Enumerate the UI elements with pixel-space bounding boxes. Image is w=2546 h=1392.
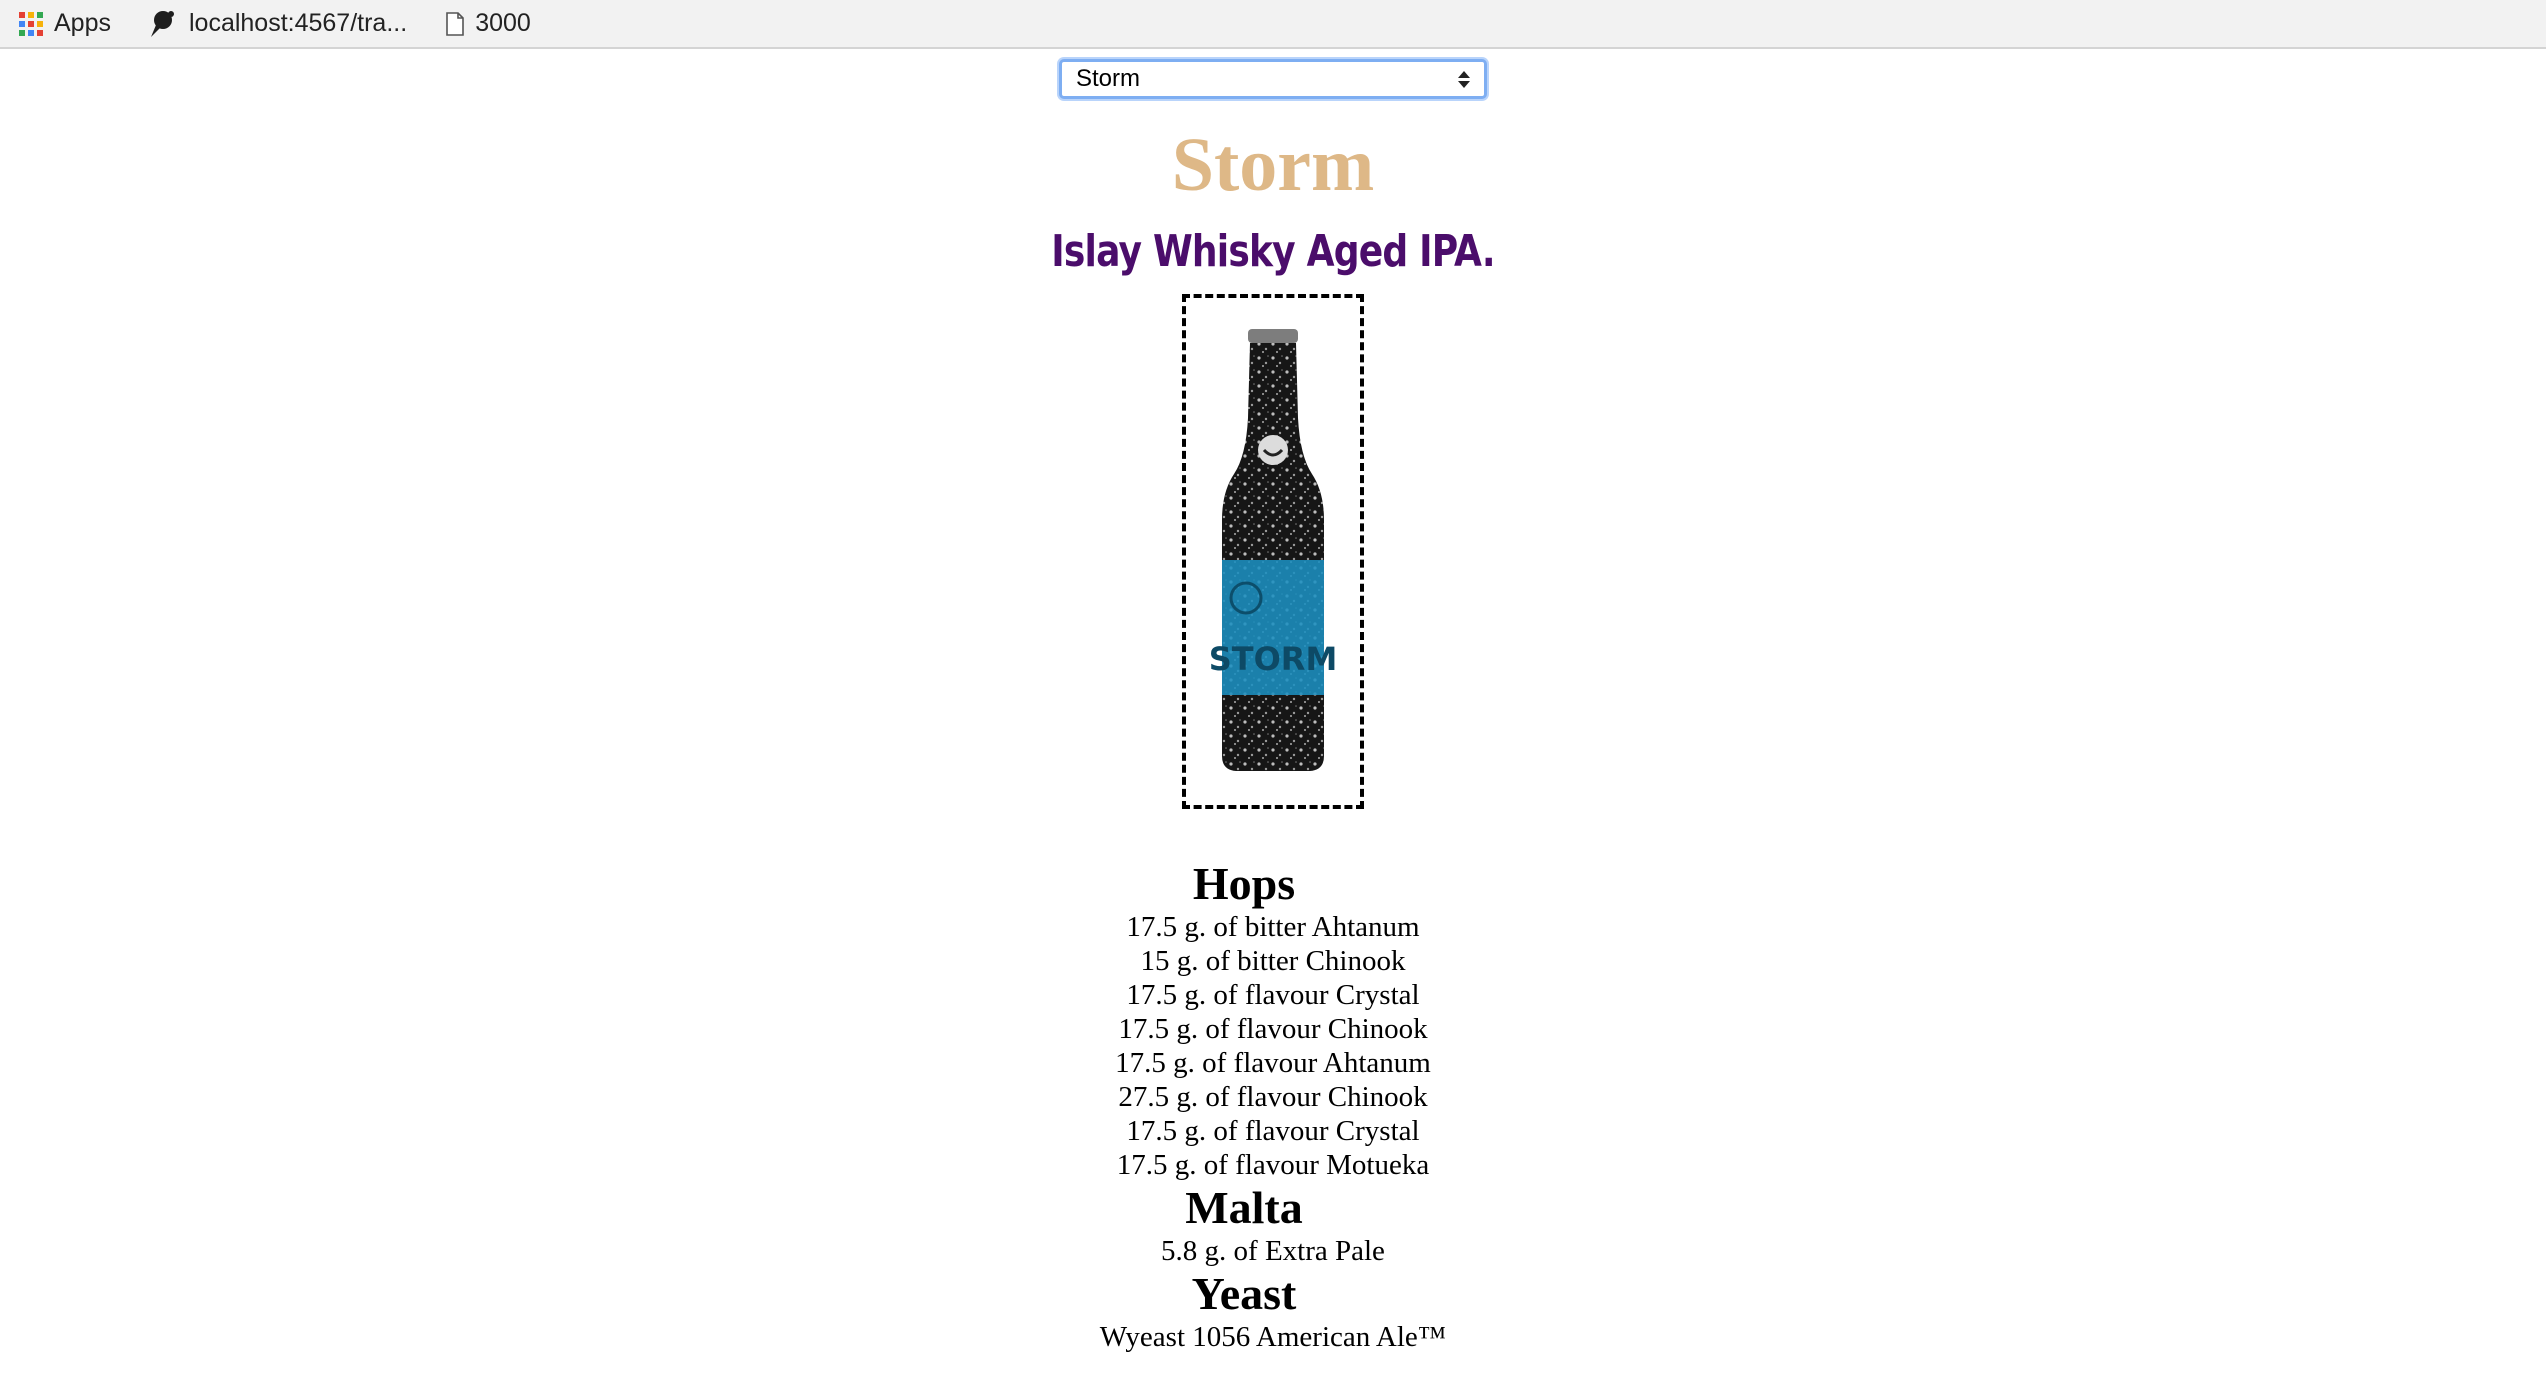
malt-list: 5.8 g. of Extra Pale <box>0 1234 2546 1268</box>
bookmarks-bar: Apps localhost:4567/tra... 3000 <box>0 0 2546 49</box>
list-item: 15 g. of bitter Chinook <box>1140 945 1406 977</box>
page-icon <box>446 11 464 36</box>
list-item: 17.5 g. of bitter Ahtanum <box>1126 911 1420 943</box>
list-item: 27.5 g. of flavour Chinook <box>1118 1081 1428 1113</box>
list-item: 17.5 g. of flavour Chinook <box>1118 1013 1428 1045</box>
beer-name: Storm <box>1171 123 1375 207</box>
beer-image-frame: STORM <box>1182 294 1364 809</box>
malt-heading: Malta <box>1185 1182 1303 1233</box>
apps-grid-icon <box>19 11 43 36</box>
beer-select[interactable]: Storm <box>1059 59 1487 99</box>
list-item: 17.5 g. of flavour Crystal <box>1126 979 1420 1011</box>
bookmark-label: localhost:4567/tra... <box>188 9 408 37</box>
hops-heading: Hops <box>1192 858 1296 909</box>
bookmark-label: Apps <box>54 9 111 37</box>
bookmark-apps[interactable]: Apps <box>18 9 111 38</box>
beer-selector-wrap: Storm <box>1059 59 1487 99</box>
bookmark-label: 3000 <box>475 9 531 37</box>
list-item: 17.5 g. of flavour Crystal <box>1126 1115 1420 1147</box>
hops-list: 17.5 g. of bitter Ahtanum 15 g. of bitte… <box>0 910 2546 1182</box>
beer-tagline: Islay Whisky Aged IPA. <box>1051 226 1495 277</box>
bookmark-localhost[interactable]: localhost:4567/tra... <box>149 9 407 39</box>
yeast-heading: Yeast <box>1191 1268 1297 1319</box>
pushpin-icon <box>150 10 174 37</box>
list-item: 17.5 g. of flavour Motueka <box>1116 1149 1430 1181</box>
yeast-list: Wyeast 1056 American Ale™ <box>0 1320 2546 1354</box>
beer-bottle-image: STORM <box>1209 329 1338 771</box>
select-arrows-icon <box>1458 70 1470 88</box>
list-item: 5.8 g. of Extra Pale <box>1161 1235 1385 1267</box>
list-item: 17.5 g. of flavour Ahtanum <box>1115 1047 1431 1079</box>
beer-select-value: Storm <box>1076 65 1141 92</box>
ingredients-panel: Hops 17.5 g. of bitter Ahtanum 15 g. of … <box>0 858 2546 1354</box>
list-item: Wyeast 1056 American Ale™ <box>1099 1321 1447 1353</box>
bottle-label-text: STORM <box>1209 640 1338 678</box>
bookmark-3000[interactable]: 3000 <box>445 9 531 38</box>
